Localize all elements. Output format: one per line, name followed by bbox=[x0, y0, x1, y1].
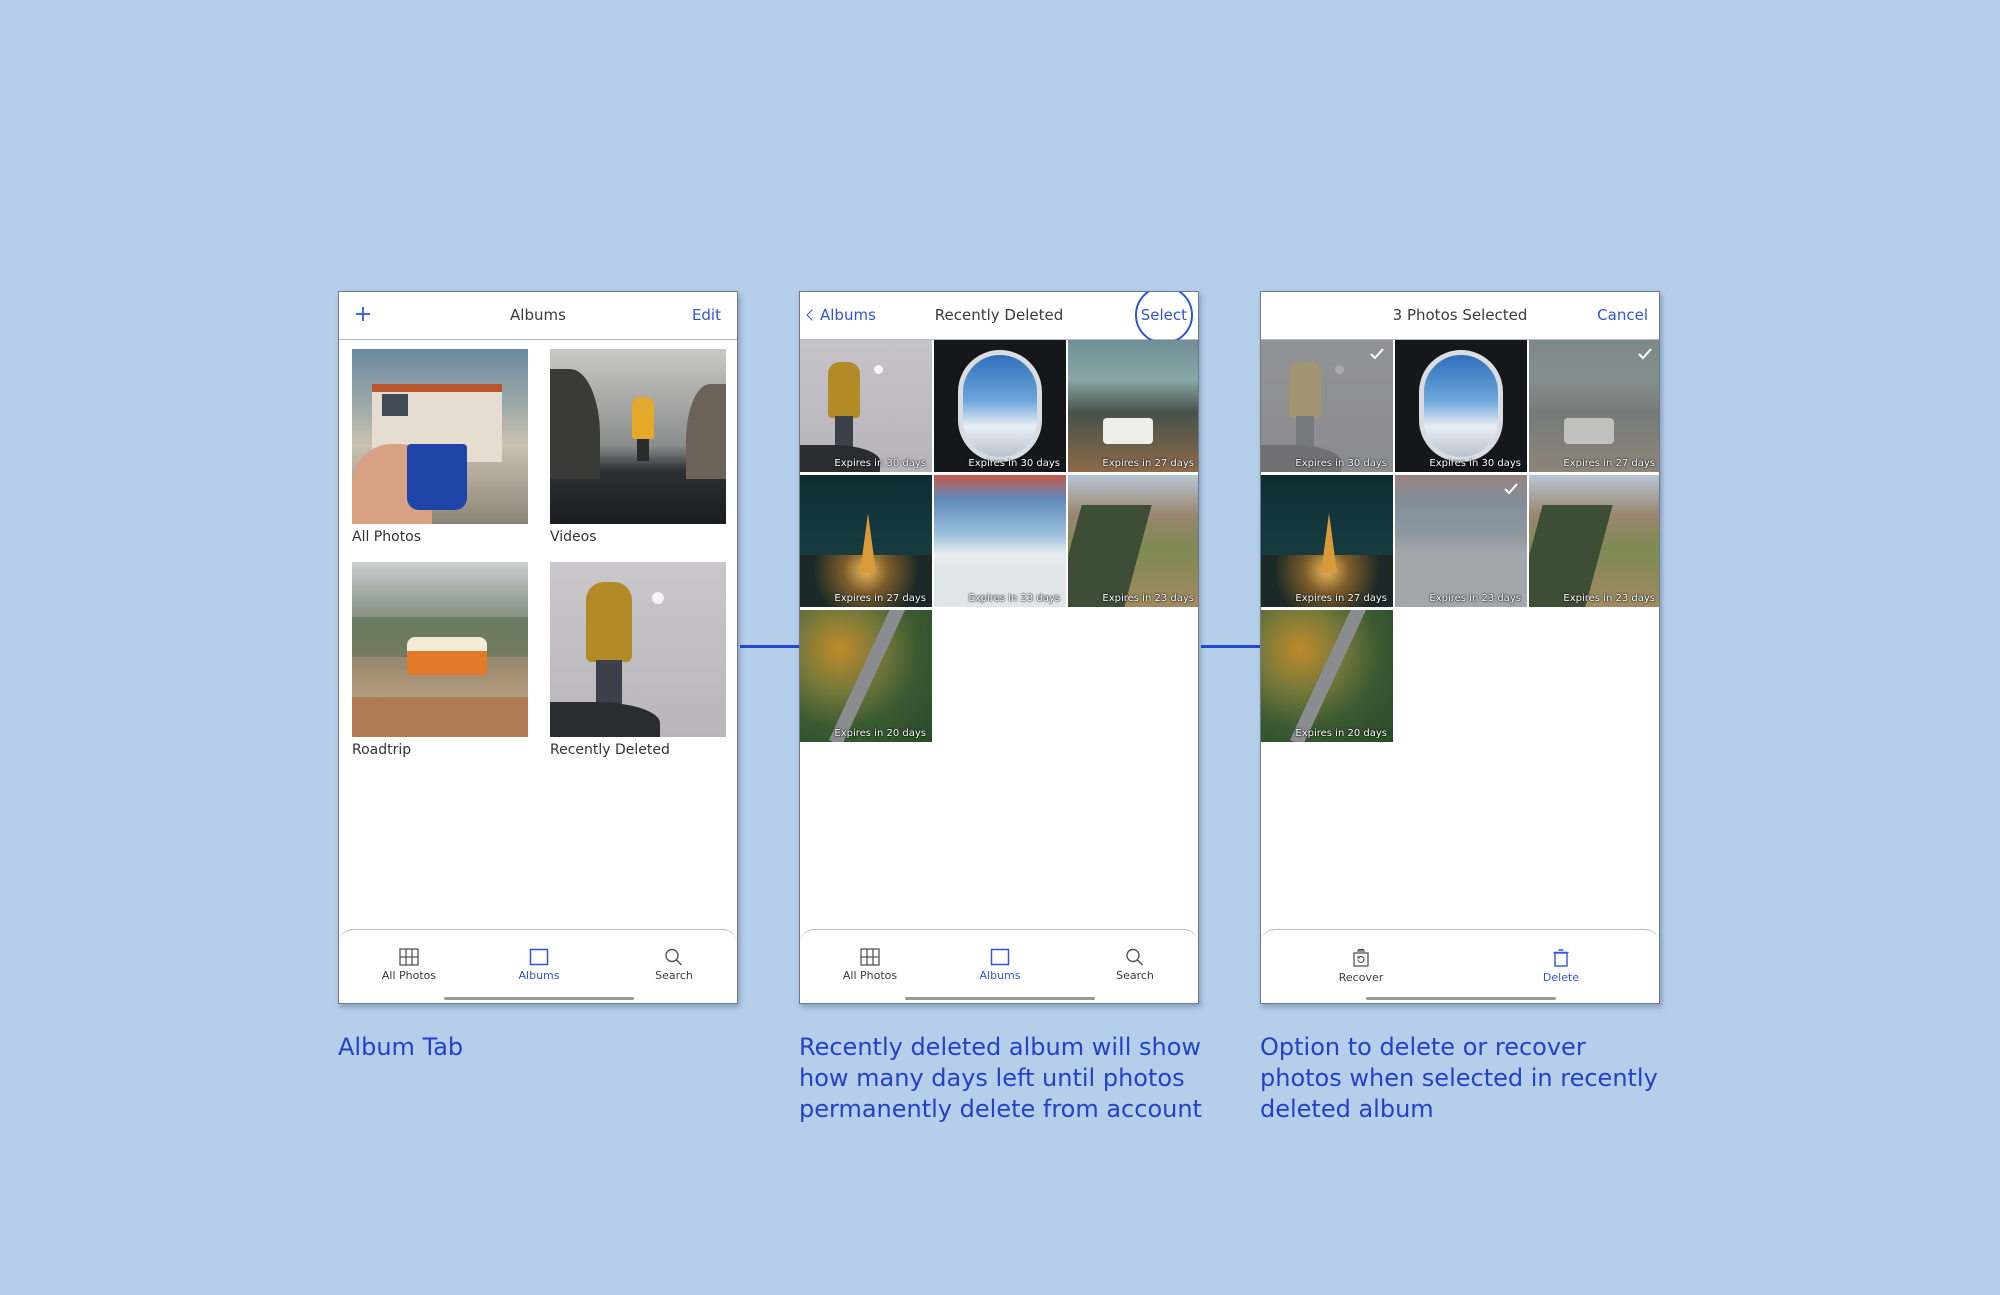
photo-thumbnail[interactable]: Expires in 20 days bbox=[800, 610, 932, 742]
tab-albums[interactable]: Albums bbox=[950, 948, 1050, 982]
delete-button[interactable]: Delete bbox=[1511, 948, 1611, 984]
tab-search[interactable]: Search bbox=[1085, 948, 1185, 982]
photo-thumbnail[interactable]: Expires in 20 days bbox=[1261, 610, 1393, 742]
photo-thumbnail[interactable]: Expires in 23 days bbox=[934, 475, 1066, 607]
recover-icon bbox=[1353, 948, 1369, 967]
checkmark-icon bbox=[1504, 483, 1518, 495]
grid-icon bbox=[399, 948, 419, 966]
albums-top-bar: Albums Edit bbox=[339, 292, 737, 340]
expires-label: Expires in 27 days bbox=[1295, 593, 1387, 604]
album-label: Videos bbox=[550, 529, 597, 545]
home-indicator bbox=[905, 997, 1095, 1000]
search-icon bbox=[665, 948, 683, 966]
tab-bar: All Photos Albums Search bbox=[800, 929, 1198, 1003]
selection-screen: 3 Photos Selected Cancel Expires in 30 d… bbox=[1260, 291, 1660, 1004]
tab-albums[interactable]: Albums bbox=[489, 948, 589, 982]
edit-button[interactable]: Edit bbox=[692, 292, 721, 339]
photo-thumbnail[interactable]: Expires in 23 days bbox=[1529, 475, 1659, 607]
search-icon bbox=[1126, 948, 1144, 966]
album-thumbnail bbox=[550, 562, 726, 737]
photo-thumbnail[interactable]: Expires in 30 days bbox=[934, 340, 1066, 472]
trash-icon bbox=[1553, 949, 1569, 967]
album-roadtrip[interactable]: Roadtrip bbox=[352, 562, 528, 758]
album-all-photos[interactable]: All Photos bbox=[352, 349, 528, 545]
expires-label: Expires in 23 days bbox=[1102, 593, 1194, 604]
album-thumbnail bbox=[550, 349, 726, 524]
album-videos[interactable]: Videos bbox=[550, 349, 726, 545]
flow-connector-1 bbox=[740, 645, 800, 648]
tab-label: Albums bbox=[979, 969, 1021, 982]
album-thumbnail bbox=[352, 349, 528, 524]
home-indicator bbox=[444, 997, 634, 1000]
tab-all-photos[interactable]: All Photos bbox=[820, 948, 920, 982]
tab-label: Search bbox=[1116, 969, 1154, 982]
flow-connector-2 bbox=[1201, 645, 1261, 648]
expires-label: Expires in 20 days bbox=[834, 728, 926, 739]
caption-album-tab: Album Tab bbox=[338, 1033, 464, 1061]
home-indicator bbox=[1366, 997, 1556, 1000]
photo-thumbnail[interactable]: Expires in 30 days bbox=[1395, 340, 1527, 472]
album-icon bbox=[529, 948, 549, 966]
expires-label: Expires in 30 days bbox=[1429, 458, 1521, 469]
tab-label: Delete bbox=[1542, 971, 1580, 984]
recently-deleted-top-bar: Albums Recently Deleted Select bbox=[800, 292, 1198, 344]
tab-label: Recover bbox=[1338, 971, 1384, 984]
tab-label: Search bbox=[655, 969, 693, 982]
expires-label: Expires in 20 days bbox=[1295, 728, 1387, 739]
checkmark-icon bbox=[1638, 348, 1652, 360]
expires-label: Expires in 27 days bbox=[1102, 458, 1194, 469]
photo-thumbnail-selected[interactable]: Expires in 30 days bbox=[1261, 340, 1393, 472]
expires-label: Expires in 27 days bbox=[1563, 458, 1655, 469]
photo-thumbnail[interactable]: Expires in 27 days bbox=[1068, 340, 1198, 472]
action-bar: Recover Delete bbox=[1261, 929, 1659, 1003]
expires-label: Expires in 23 days bbox=[1563, 593, 1655, 604]
recover-button[interactable]: Recover bbox=[1311, 948, 1411, 984]
selection-top-bar: 3 Photos Selected Cancel bbox=[1261, 292, 1659, 340]
caption-delete-recover: Option to delete or recover photos when … bbox=[1260, 1033, 1658, 1123]
photo-thumbnail[interactable]: Expires in 23 days bbox=[1068, 475, 1198, 607]
album-label: All Photos bbox=[352, 529, 422, 545]
album-label: Recently Deleted bbox=[550, 742, 670, 758]
expires-label: Expires in 30 days bbox=[1295, 458, 1387, 469]
tab-all-photos[interactable]: All Photos bbox=[359, 948, 459, 982]
expires-label: Expires in 23 days bbox=[968, 593, 1060, 604]
photo-thumbnail[interactable]: Expires in 30 days bbox=[800, 340, 932, 472]
checkmark-icon bbox=[1370, 348, 1384, 360]
tab-label: All Photos bbox=[381, 969, 437, 982]
grid-icon bbox=[860, 948, 880, 966]
photo-thumbnail[interactable]: Expires in 27 days bbox=[800, 475, 932, 607]
caption-recently-deleted: Recently deleted album will show how man… bbox=[799, 1033, 1202, 1123]
tab-label: All Photos bbox=[842, 969, 898, 982]
tab-bar: All Photos Albums Search bbox=[339, 929, 737, 1003]
album-recently-deleted[interactable]: Recently Deleted bbox=[550, 562, 726, 758]
cancel-button[interactable]: Cancel bbox=[1597, 292, 1648, 339]
photo-thumbnail-selected[interactable]: Expires in 23 days bbox=[1395, 475, 1527, 607]
photo-thumbnail[interactable]: Expires in 27 days bbox=[1261, 475, 1393, 607]
expires-label: Expires in 23 days bbox=[1429, 593, 1521, 604]
tab-label: Albums bbox=[518, 969, 560, 982]
expires-label: Expires in 27 days bbox=[834, 593, 926, 604]
expires-label: Expires in 30 days bbox=[968, 458, 1060, 469]
album-icon bbox=[990, 948, 1010, 966]
page-title: Albums bbox=[510, 306, 566, 324]
recently-deleted-screen: Albums Recently Deleted Select Expires i… bbox=[799, 291, 1199, 1004]
albums-screen: Albums Edit All Photos Videos Roadtrip R… bbox=[338, 291, 738, 1004]
photo-thumbnail-selected[interactable]: Expires in 27 days bbox=[1529, 340, 1659, 472]
album-thumbnail bbox=[352, 562, 528, 737]
tab-search[interactable]: Search bbox=[624, 948, 724, 982]
expires-label: Expires in 30 days bbox=[834, 458, 926, 469]
album-label: Roadtrip bbox=[352, 742, 412, 758]
